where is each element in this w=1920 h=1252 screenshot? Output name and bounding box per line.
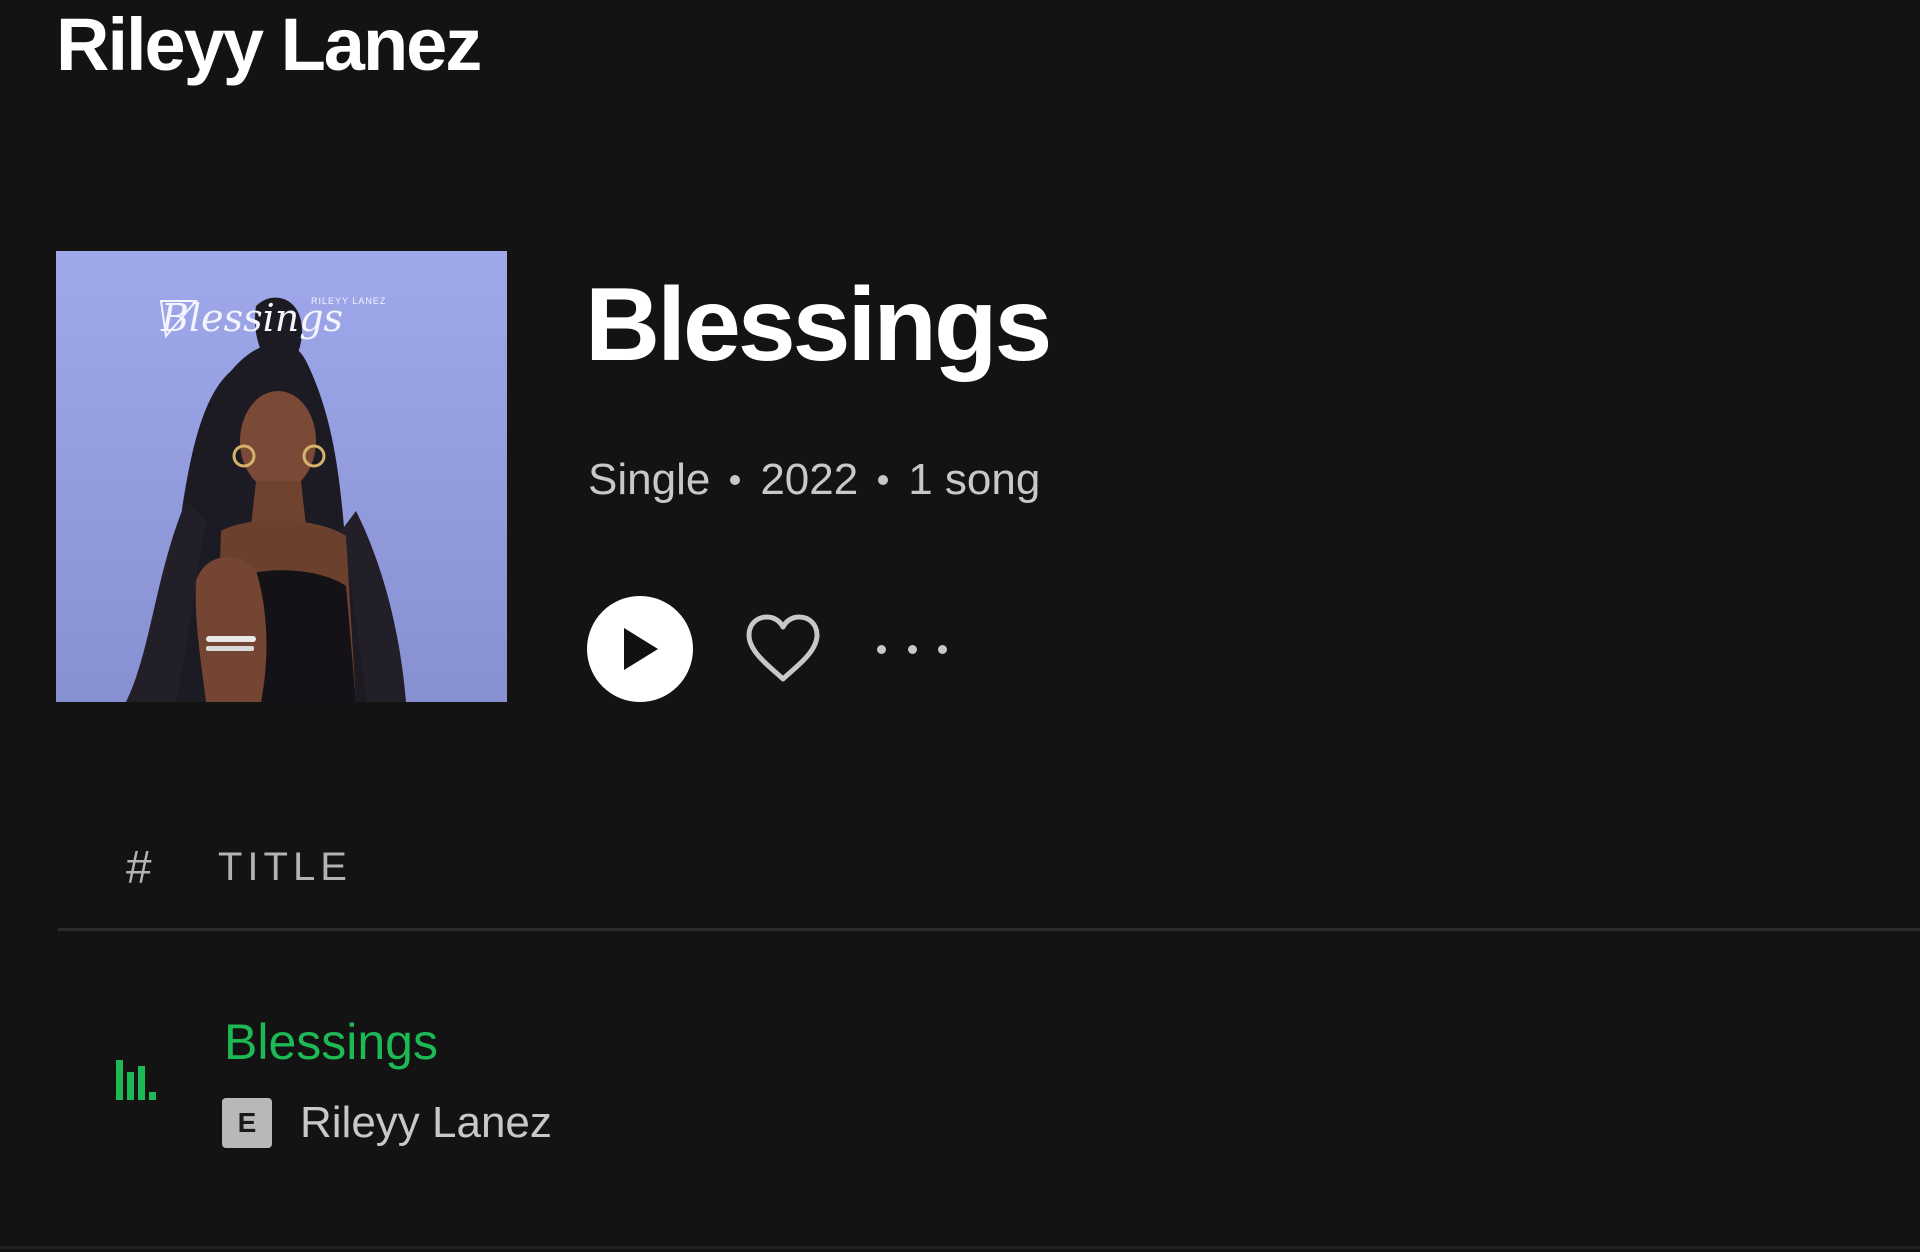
equalizer-icon xyxy=(116,1060,156,1100)
heart-icon xyxy=(746,614,820,682)
tracklist-header: # TITLE xyxy=(126,840,352,894)
track-row[interactable]: Blessings E Rileyy Lanez xyxy=(58,1000,1920,1160)
track-subtitle: E Rileyy Lanez xyxy=(222,1098,552,1148)
column-title-header[interactable]: TITLE xyxy=(218,845,352,890)
album-type: Single xyxy=(588,455,711,504)
column-number-header: # xyxy=(126,841,152,893)
play-button[interactable] xyxy=(587,596,693,702)
action-bar xyxy=(587,596,947,702)
more-options-button[interactable] xyxy=(877,629,947,669)
album-song-count: 1 song xyxy=(908,455,1041,504)
explicit-badge: E xyxy=(222,1098,272,1148)
album-cover-art: Blessings RILEYY LANEZ xyxy=(56,251,507,702)
like-button[interactable] xyxy=(743,609,823,689)
separator-dot xyxy=(878,475,889,485)
album-title: Blessings xyxy=(585,267,1052,383)
more-dots-icon xyxy=(877,644,886,654)
album-meta: Single 2022 1 song xyxy=(588,455,1040,505)
cover-artist-text: RILEYY LANEZ xyxy=(311,296,386,306)
header-divider xyxy=(58,928,1920,931)
artist-name-header[interactable]: Rileyy Lanez xyxy=(56,4,482,86)
play-icon xyxy=(624,628,658,670)
track-title[interactable]: Blessings xyxy=(224,1013,438,1071)
bottom-divider xyxy=(0,1246,1920,1249)
album-year: 2022 xyxy=(760,455,859,504)
track-artist-link[interactable]: Rileyy Lanez xyxy=(300,1098,552,1148)
album-page: Rileyy Lanez Blessings RILEYY LANEZ Bles… xyxy=(0,0,1920,1252)
separator-dot xyxy=(730,475,741,485)
more-dot xyxy=(938,644,947,654)
more-dot xyxy=(907,644,917,654)
